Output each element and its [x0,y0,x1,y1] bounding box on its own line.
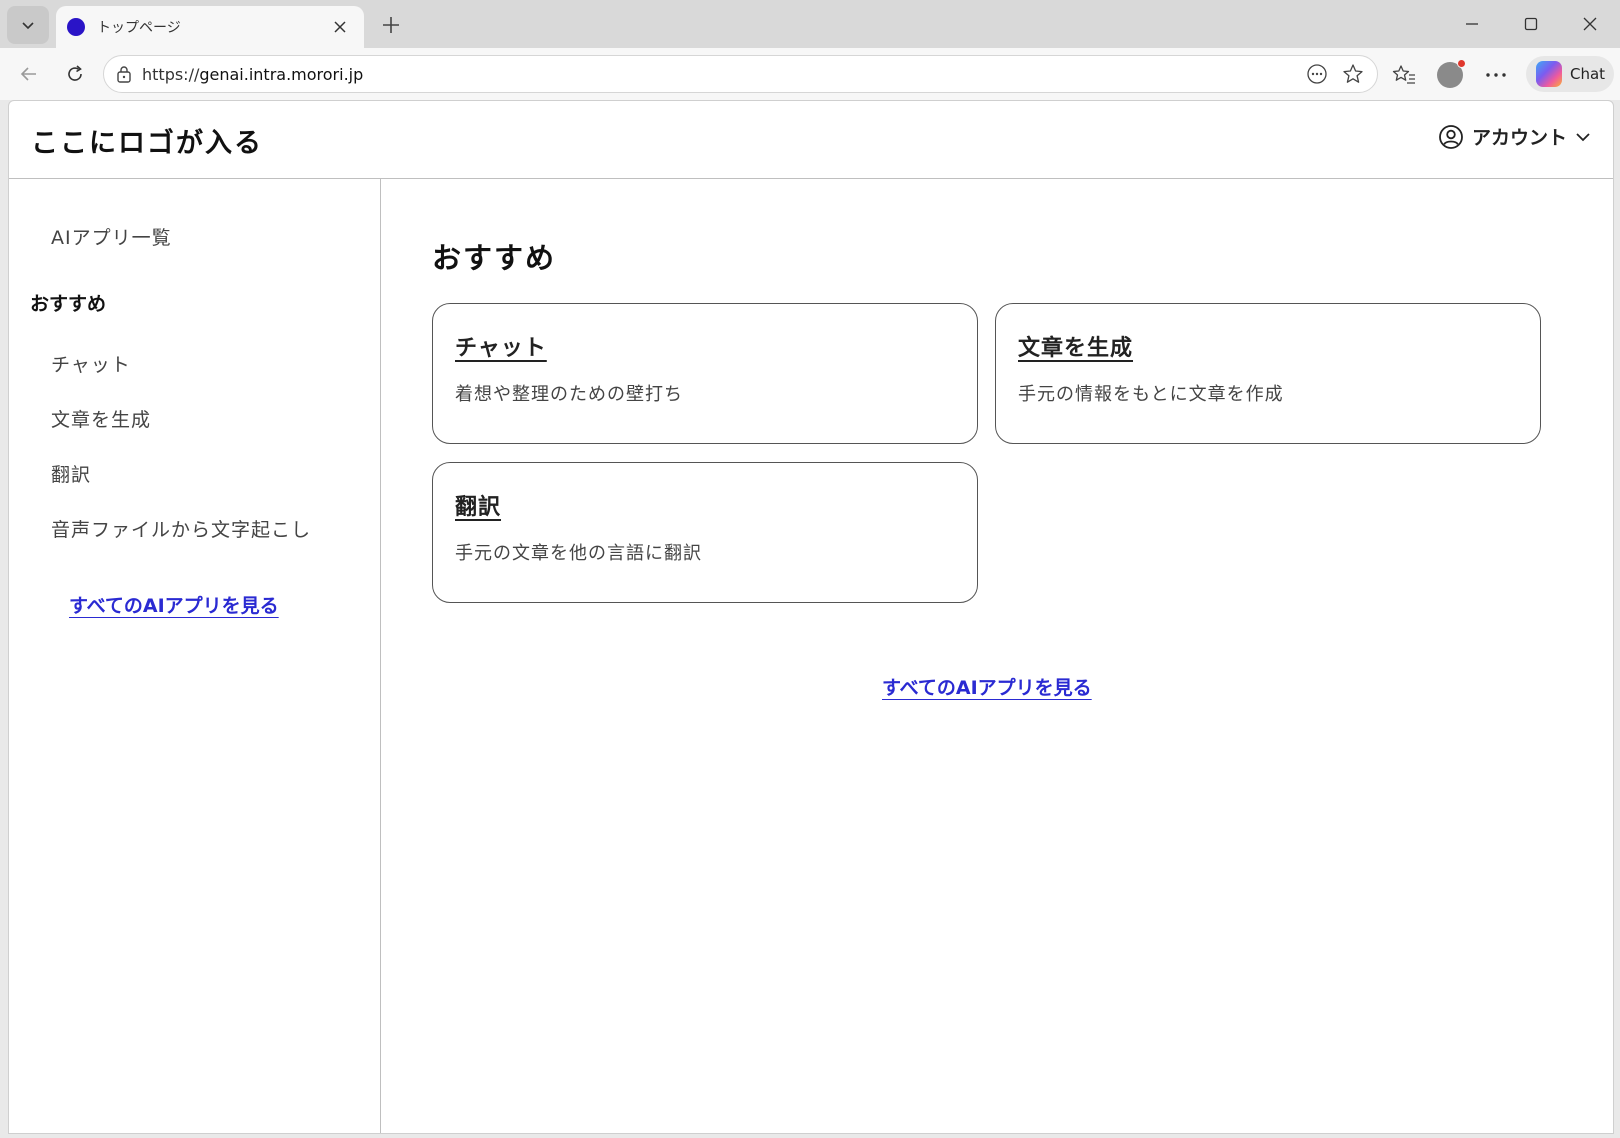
profile-button[interactable] [1434,59,1466,90]
minimize-icon [1466,23,1478,25]
sidebar-see-all-link[interactable]: すべてのAIアプリを見る [69,591,279,618]
app-card-chat[interactable]: チャット 着想や整理のための壁打ち [432,303,978,444]
browser-tab[interactable]: トップページ [56,6,364,48]
card-description: 着想や整理のための壁打ち [455,384,683,405]
card-description: 手元の文章を他の言語に翻訳 [455,543,702,564]
page-viewport: ここにロゴが入る アカウント AIアプリ一覧 おすすめ チャット 文章を生成 翻… [8,100,1614,1134]
sidebar-section-heading: おすすめ [30,293,107,315]
card-title[interactable]: チャット [455,330,547,362]
sidebar: AIアプリ一覧 おすすめ チャット 文章を生成 翻訳 音声ファイルから文字起こし… [9,179,381,1133]
main-content: おすすめ チャット 着想や整理のための壁打ち 文章を生成 手元の情報をもとに文章… [381,179,1613,1133]
add-favorite-button[interactable] [1335,59,1371,89]
sidebar-item-generate-text[interactable]: 文章を生成 [51,405,151,432]
address-bar[interactable]: https://genai.intra.morori.jp [103,55,1378,93]
sidebar-item-chat[interactable]: チャット [51,350,131,377]
copilot-chat-button[interactable]: Chat [1526,56,1614,92]
favorites-icon [1392,65,1415,84]
maximize-icon [1524,17,1538,31]
favicon-icon [67,18,85,36]
tab-list-button[interactable] [7,6,49,44]
star-icon [1343,64,1363,83]
favorites-button[interactable] [1388,60,1420,90]
account-label: アカウント [1471,127,1567,149]
browser-tab-bar: トップページ [0,0,1620,48]
arrow-left-icon [20,67,36,81]
minimize-button[interactable] [1452,8,1492,40]
app-card-generate-text[interactable]: 文章を生成 手元の情報をもとに文章を作成 [995,303,1541,444]
reload-button[interactable] [59,60,91,88]
url-text: https://genai.intra.morori.jp [142,65,1299,84]
copilot-label: Chat [1570,65,1606,83]
back-button[interactable] [13,60,45,88]
logo[interactable]: ここにロゴが入る [31,121,263,160]
sidebar-item-translate[interactable]: 翻訳 [51,460,91,487]
notification-dot [1457,59,1466,68]
page-title: おすすめ [432,241,557,275]
page-options-button[interactable] [1299,59,1335,89]
url-host: genai.intra.morori.jp [199,64,364,84]
more-circle-icon [1307,64,1327,84]
sidebar-item-app-list[interactable]: AIアプリ一覧 [51,223,172,250]
card-title[interactable]: 文章を生成 [1018,330,1133,362]
app-header: ここにロゴが入る アカウント [9,101,1613,179]
chevron-down-icon [1575,129,1591,145]
tab-title: トップページ [97,20,181,36]
lock-icon [116,65,132,83]
chevron-down-icon [22,22,34,30]
card-description: 手元の情報をもとに文章を作成 [1018,384,1284,405]
card-title[interactable]: 翻訳 [455,489,501,521]
close-icon [1583,17,1597,31]
account-menu-button[interactable]: アカウント [1438,123,1591,150]
reload-icon [68,65,82,81]
user-circle-icon [1438,124,1464,150]
close-icon [334,21,346,33]
new-tab-button[interactable] [376,10,406,40]
plus-icon [383,17,399,33]
ellipsis-icon [1486,73,1506,77]
tab-close-button[interactable] [326,20,354,34]
sidebar-item-transcribe[interactable]: 音声ファイルから文字起こし [51,515,311,542]
settings-menu-button[interactable] [1480,60,1512,90]
maximize-button[interactable] [1511,8,1551,40]
avatar [1437,59,1466,88]
url-scheme: https:// [142,64,200,84]
window-close-button[interactable] [1570,8,1610,40]
app-card-translate[interactable]: 翻訳 手元の文章を他の言語に翻訳 [432,462,978,603]
browser-toolbar: https://genai.intra.morori.jp Chat [0,48,1620,100]
copilot-icon [1536,61,1562,87]
main-see-all-link[interactable]: すべてのAIアプリを見る [882,673,1092,700]
